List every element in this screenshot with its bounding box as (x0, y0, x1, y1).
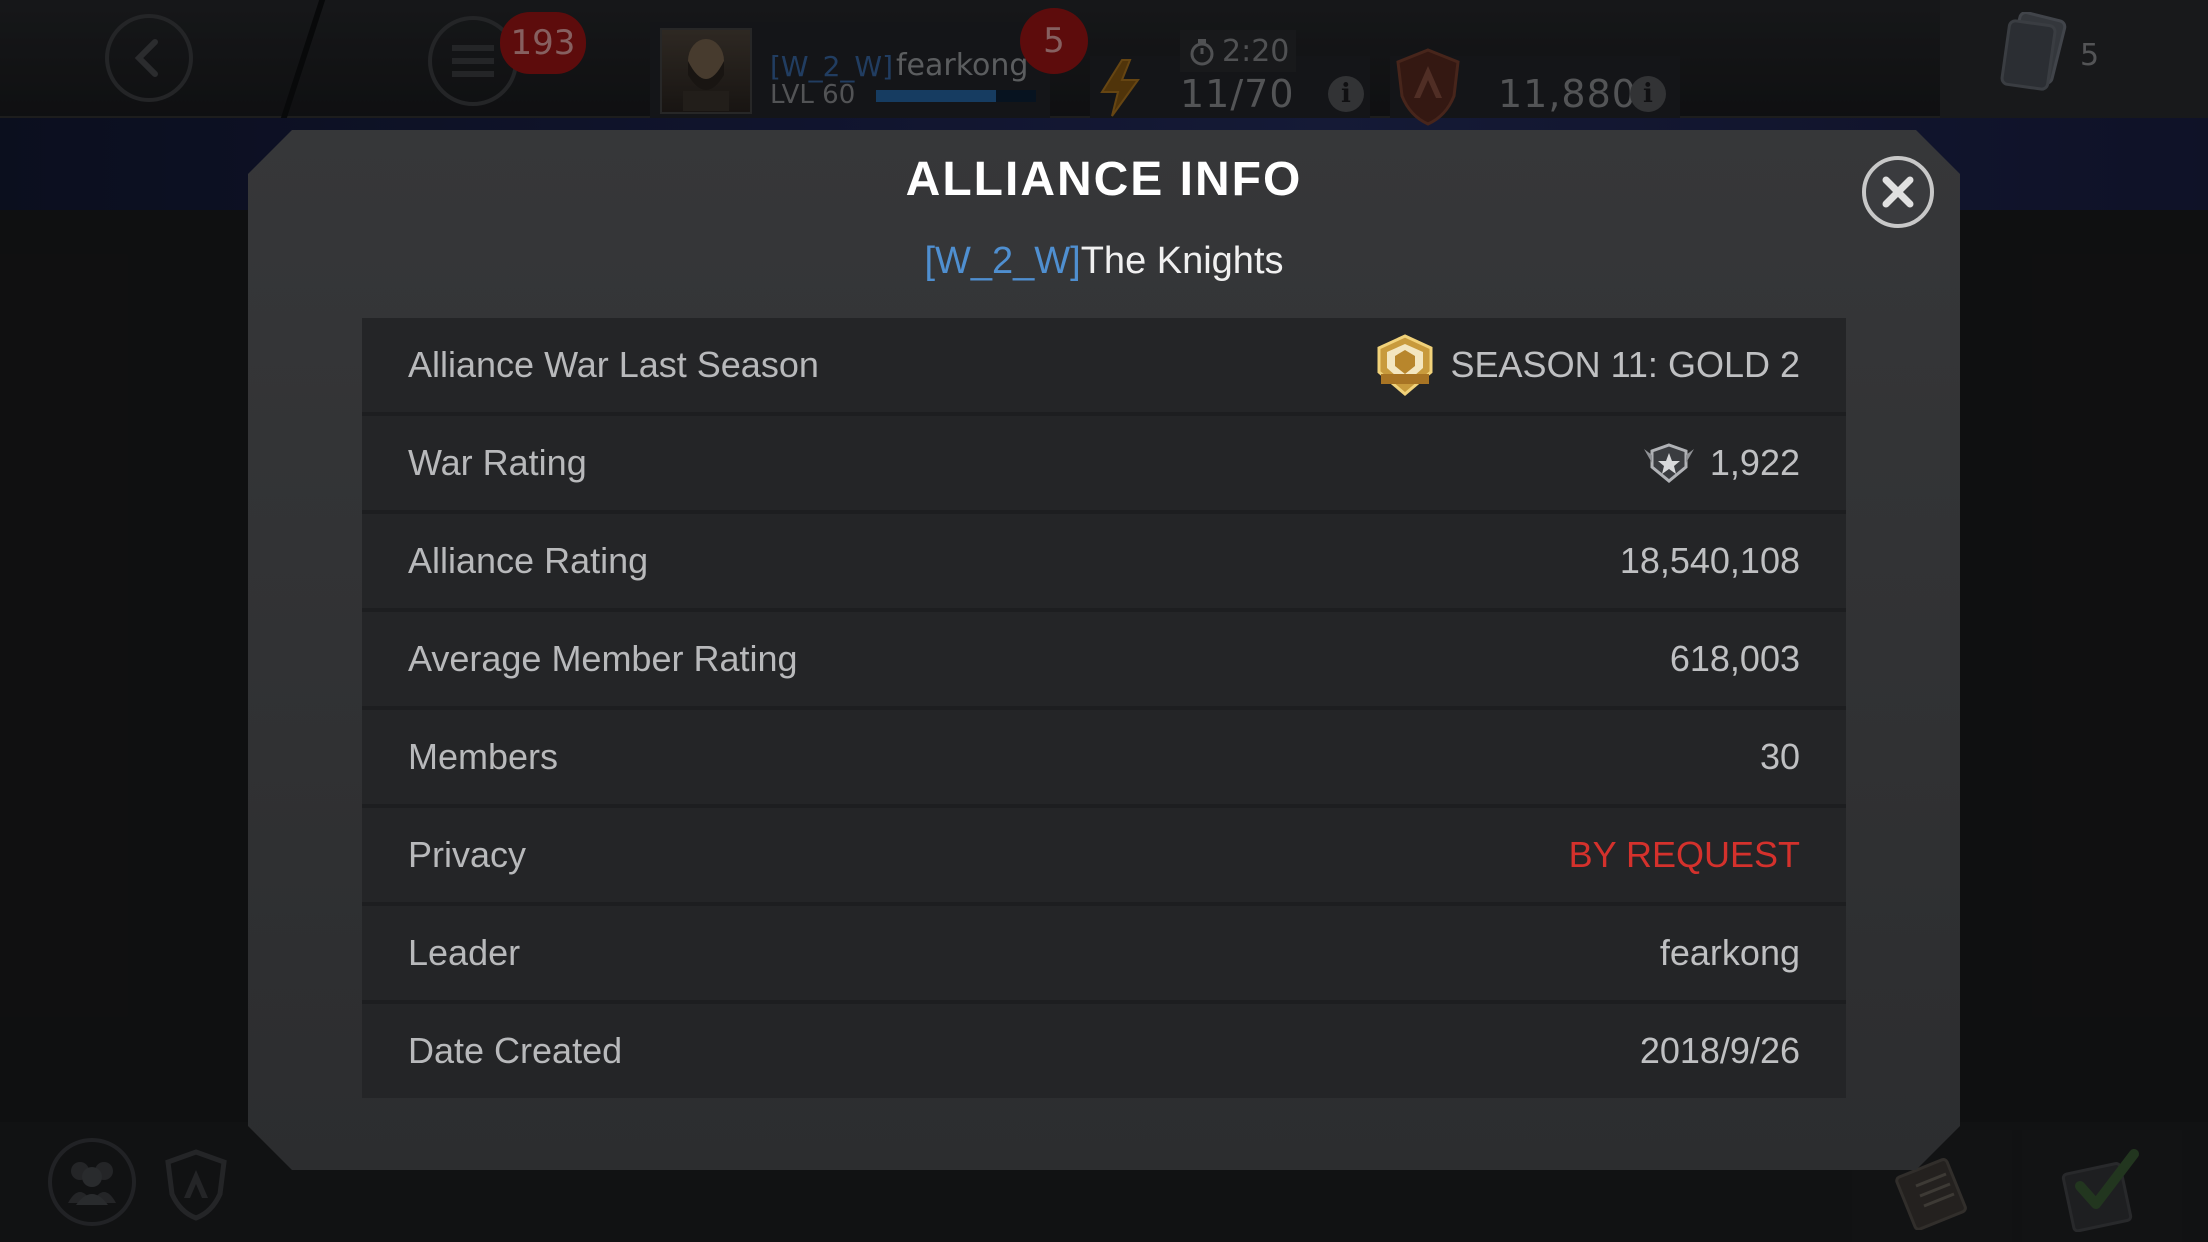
alliance-info-table: Alliance War Last Season SEASON 11: GOLD… (362, 318, 1846, 1098)
alliance-name: The Knights (1080, 240, 1284, 282)
row-value: SEASON 11: GOLD 2 (1373, 334, 1800, 396)
dialog-title: ALLIANCE INFO (905, 153, 1303, 206)
row-label: Alliance War Last Season (408, 344, 819, 385)
row-label: Average Member Rating (408, 638, 798, 679)
date-created-value: 2018/9/26 (1639, 1030, 1800, 1071)
average-member-rating-value: 618,003 (1669, 638, 1800, 679)
info-row-war-last-season: Alliance War Last Season SEASON 11: GOLD… (362, 318, 1846, 412)
close-button[interactable] (1862, 156, 1934, 228)
members-value: 30 (1759, 736, 1800, 777)
game-screen: 193 [W_2_W] fearkong LVL 60 5 2:20 11/70… (0, 0, 2208, 1242)
info-row-members: Members 30 (362, 710, 1846, 804)
leader-value[interactable]: fearkong (1660, 932, 1800, 974)
row-label: War Rating (408, 442, 587, 483)
row-label: Leader (408, 932, 521, 973)
alliance-rating-value: 18,540,108 (1619, 540, 1800, 581)
info-row-alliance-rating: Alliance Rating 18,540,108 (362, 514, 1846, 608)
alliance-name-line: [W_2_W]The Knights (248, 240, 1960, 283)
row-label: Alliance Rating (408, 540, 649, 581)
war-rating-icon (1643, 443, 1694, 483)
info-row-war-rating: War Rating 1,922 (362, 416, 1846, 510)
row-label: Date Created (408, 1030, 623, 1071)
privacy-value: BY REQUEST (1568, 834, 1800, 875)
war-season-value: SEASON 11: GOLD 2 (1450, 344, 1800, 385)
info-row-date-created: Date Created 2018/9/26 (362, 1004, 1846, 1098)
alliance-tag: [W_2_W] (924, 240, 1081, 282)
gold-season-icon (1377, 334, 1433, 396)
close-icon (1882, 176, 1914, 208)
info-row-privacy: Privacy BY REQUEST (362, 808, 1846, 902)
info-row-leader: Leader fearkong (362, 906, 1846, 1000)
row-value: 1,922 (1642, 441, 1800, 485)
row-label: Privacy (408, 834, 527, 875)
row-label: Members (408, 736, 559, 777)
info-row-average-member-rating: Average Member Rating 618,003 (362, 612, 1846, 706)
war-rating-value: 1,922 (1709, 442, 1800, 483)
